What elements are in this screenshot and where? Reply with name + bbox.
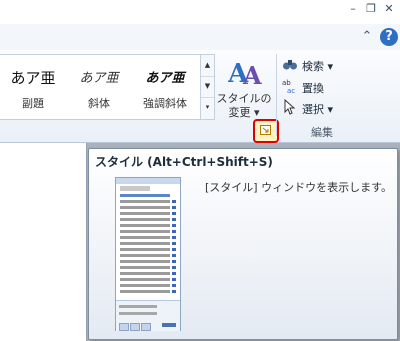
preview-clear-row [120, 186, 150, 191]
style-sample-text: あア亜 [145, 71, 185, 86]
preview-row [120, 242, 170, 245]
preview-mark [172, 272, 176, 275]
gallery-scroll-down-icon[interactable]: ▼ [201, 76, 214, 98]
select-label: 選択 ▾ [302, 103, 334, 116]
preview-mark [172, 230, 176, 233]
replace-label: 置換 [302, 82, 324, 95]
group-separator [276, 54, 277, 136]
preview-mark [172, 206, 176, 209]
restore-button[interactable]: ❐ [364, 2, 378, 16]
gallery-scrollbar: ▲ ▼ ▾ [200, 54, 215, 120]
preview-footer-button [130, 323, 140, 331]
editing-group-label: 編集 [311, 126, 333, 139]
preview-mark [172, 290, 176, 293]
ribbon-tab-row [0, 24, 400, 51]
preview-mark [172, 224, 176, 227]
preview-row [120, 272, 170, 275]
styles-pane-preview [115, 177, 181, 331]
preview-row [120, 206, 170, 209]
replace-button[interactable]: ab ac 置換 [282, 77, 362, 97]
preview-options-link [162, 323, 176, 327]
svg-text:ab: ab [282, 79, 291, 87]
preview-mark [172, 218, 176, 221]
preview-row [120, 248, 170, 251]
preview-mark [172, 254, 176, 257]
minimize-button[interactable]: – [346, 2, 360, 16]
preview-mark [172, 266, 176, 269]
preview-row [120, 212, 170, 215]
style-label: 副題 [22, 97, 44, 110]
change-styles-icon: A A [228, 59, 262, 88]
svg-text:ac: ac [287, 87, 295, 94]
help-icon[interactable]: ? [380, 28, 398, 46]
preview-mark [172, 242, 176, 245]
style-sample-text: あア亜 [10, 69, 56, 87]
select-button[interactable]: 選択 ▾ [282, 98, 362, 118]
preview-mark [172, 212, 176, 215]
style-subtitle[interactable]: あア亜 副題 [0, 55, 66, 119]
ribbon-minimize-icon[interactable]: ⌃ [360, 30, 374, 44]
preview-checkbox-row [119, 312, 157, 315]
preview-footer [116, 300, 180, 331]
style-sample-text: あア亜 [79, 71, 119, 86]
style-intense-emphasis[interactable]: あア亜 強調斜体 [132, 55, 198, 119]
replace-icon: ab ac [282, 79, 295, 94]
preview-checkbox-row [119, 305, 157, 308]
style-label: 強調斜体 [143, 97, 187, 110]
close-button[interactable]: ✕ [382, 2, 396, 16]
dialog-launcher-icon [260, 125, 271, 135]
gallery-scroll-up-icon[interactable]: ▲ [201, 55, 214, 77]
preview-row [120, 260, 170, 263]
style-label: 斜体 [88, 97, 110, 110]
preview-row [120, 194, 170, 197]
preview-mark [172, 200, 176, 203]
preview-row [120, 290, 170, 293]
preview-row [120, 200, 170, 203]
preview-row [120, 278, 170, 281]
style-emphasis[interactable]: あア亜 斜体 [66, 55, 132, 119]
preview-header [116, 178, 180, 184]
svg-text:A: A [242, 61, 262, 88]
binoculars-icon [283, 60, 297, 70]
preview-row [120, 236, 170, 239]
preview-row [120, 266, 170, 269]
preview-mark [172, 284, 176, 287]
ribbon-right-area [365, 50, 400, 142]
document-page[interactable] [0, 143, 87, 341]
preview-row [120, 224, 170, 227]
preview-row [120, 230, 170, 233]
change-styles-button[interactable]: A A スタイルの 変更 ▾ [216, 54, 272, 120]
preview-row [120, 254, 170, 257]
style-gallery: あア亜 副題 あア亜 斜体 あア亜 強調斜体 [0, 54, 201, 120]
preview-mark [172, 248, 176, 251]
gallery-more-icon[interactable]: ▾ [201, 97, 214, 118]
preview-footer-button [141, 323, 151, 331]
tooltip-title: スタイル (Alt+Ctrl+Shift+S) [95, 155, 273, 169]
preview-footer-button [119, 323, 129, 331]
find-label: 検索 ▾ [302, 60, 334, 73]
preview-mark [172, 278, 176, 281]
cursor-arrow-icon [284, 99, 296, 115]
change-styles-label-2: 変更 ▾ [228, 106, 260, 119]
find-button[interactable]: 検索 ▾ [282, 55, 362, 75]
tooltip-description: [スタイル] ウィンドウを表示します。 [205, 181, 392, 194]
title-bar: – ❐ ✕ [0, 0, 400, 24]
preview-mark [172, 260, 176, 263]
preview-mark [172, 236, 176, 239]
preview-row [120, 218, 170, 221]
styles-tooltip: スタイル (Alt+Ctrl+Shift+S) [スタイル] ウィンドウを表示し… [88, 148, 398, 340]
preview-row [120, 284, 170, 287]
